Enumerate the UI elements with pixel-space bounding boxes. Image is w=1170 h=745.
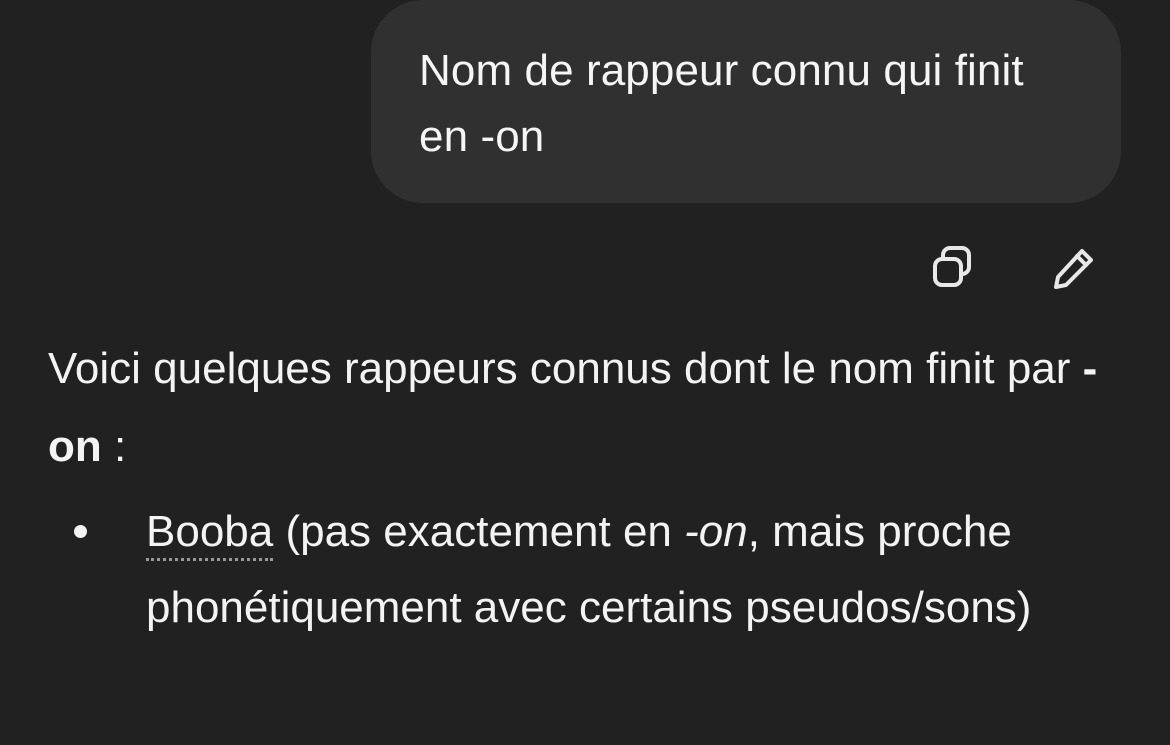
intro-colon: : <box>101 422 127 471</box>
list-item-text: (pas exactement en <box>273 507 685 556</box>
user-message-actions <box>920 238 1110 294</box>
list-item: Booba (pas exactement en -on, mais proch… <box>48 494 1128 646</box>
edit-button[interactable] <box>1042 238 1106 298</box>
list-item-italic: -on <box>684 507 748 556</box>
copy-icon <box>933 246 971 287</box>
assistant-message: Voici quelques rappeurs connus dont le n… <box>48 330 1128 646</box>
user-message-bubble: Nom de rappeur connu qui finit en -on <box>371 0 1121 203</box>
bullet-dot <box>74 525 87 538</box>
pencil-icon <box>1054 249 1093 289</box>
assistant-intro: Voici quelques rappeurs connus dont le n… <box>48 330 1128 486</box>
rapper-list: Booba (pas exactement en -on, mais proch… <box>48 494 1128 646</box>
chat-view: Nom de rappeur connu qui finit en -on Vo… <box>0 0 1170 745</box>
intro-text: Voici quelques rappeurs connus dont le n… <box>48 344 1083 393</box>
copy-button[interactable] <box>920 238 984 298</box>
entity-link-booba[interactable]: Booba <box>146 507 274 561</box>
user-message-text: Nom de rappeur connu qui finit en -on <box>419 46 1024 161</box>
